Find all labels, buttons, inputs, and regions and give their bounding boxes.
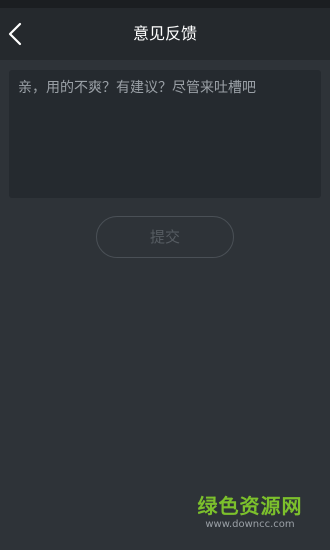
submit-button[interactable]: 提交 xyxy=(96,216,234,258)
back-button[interactable] xyxy=(2,16,32,52)
header-bar: 意见反馈 xyxy=(0,8,330,60)
page-title: 意见反馈 xyxy=(132,24,197,43)
status-bar xyxy=(0,0,330,8)
watermark-logo: 绿色资源网 www.downcc.com xyxy=(190,494,310,532)
chevron-left-icon xyxy=(8,22,22,46)
watermark-url: www.downcc.com xyxy=(205,519,295,530)
watermark-text: 绿色资源网 xyxy=(197,494,303,518)
feedback-box xyxy=(9,70,321,198)
feedback-input[interactable] xyxy=(9,70,321,198)
